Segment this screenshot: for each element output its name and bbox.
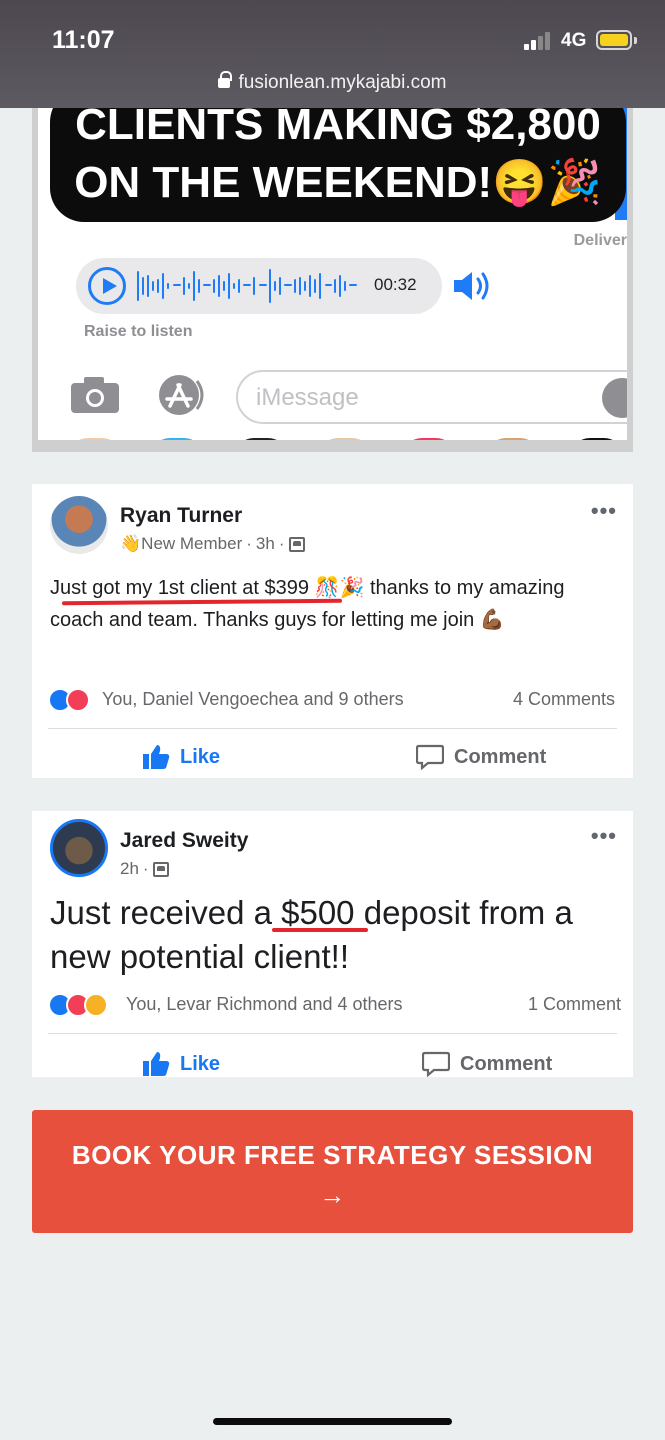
cta-label: BOOK YOUR FREE STRATEGY SESSION — [71, 1140, 594, 1170]
like-button[interactable]: Like — [142, 744, 220, 770]
raise-to-listen-label: Raise to listen — [84, 323, 193, 340]
care-reaction-icon — [84, 993, 108, 1017]
meta-separator: · — [278, 534, 285, 553]
facebook-post: Jared Sweity 2h · ••• Just received a $5… — [32, 811, 633, 1077]
post-author[interactable]: Ryan Turner — [120, 504, 242, 528]
play-icon[interactable] — [88, 267, 126, 305]
app-drawer-item[interactable] — [486, 438, 540, 452]
audio-message[interactable]: 00:32 — [76, 258, 442, 314]
reactions-summary[interactable]: You, Levar Richmond and 4 others — [126, 994, 403, 1015]
avatar[interactable] — [50, 496, 108, 554]
meta-separator: · — [142, 859, 149, 878]
post-meta: 👋New Member · 3h · — [120, 534, 305, 554]
browser-status-bar: 11:07 4G fusionlean.mykajabi.com — [0, 0, 665, 108]
battery-tip — [634, 37, 637, 44]
reactions-summary[interactable]: You, Daniel Vengoechea and 9 others — [102, 689, 404, 710]
thumbs-up-icon — [143, 745, 170, 769]
book-strategy-session-button[interactable]: BOOK YOUR FREE STRATEGY SESSION → — [32, 1110, 633, 1233]
thumbs-up-icon — [143, 1052, 170, 1076]
headline-line-1: CLIENTS MAKING $2,800 — [75, 108, 601, 149]
address-bar[interactable]: fusionlean.mykajabi.com — [0, 71, 665, 94]
cellular-signal-icon — [524, 32, 552, 50]
headline-line-2: ON THE WEEKEND!😝🎉 — [74, 158, 602, 207]
like-label: Like — [180, 1052, 221, 1075]
group-icon — [288, 536, 305, 552]
app-store-icon[interactable] — [153, 373, 209, 417]
more-options-icon[interactable]: ••• — [591, 823, 617, 849]
like-label: Like — [180, 745, 221, 768]
imessage-input[interactable]: iMessage — [236, 370, 627, 424]
meta-separator: · — [246, 534, 252, 553]
app-drawer-item[interactable] — [234, 438, 288, 452]
battery-icon — [596, 30, 632, 50]
lock-icon — [218, 71, 233, 88]
divider — [48, 1033, 617, 1034]
post-time[interactable]: 3h — [256, 534, 275, 554]
post-text-start: Just received a — [50, 894, 282, 931]
app-drawer-item[interactable] — [318, 438, 372, 452]
app-drawer-item[interactable] — [150, 438, 204, 452]
comment-icon — [416, 744, 444, 770]
post-author[interactable]: Jared Sweity — [120, 829, 248, 853]
like-button[interactable]: Like — [142, 1051, 220, 1077]
speaker-icon[interactable] — [452, 268, 496, 304]
divider — [48, 728, 617, 729]
comment-label: Comment — [460, 1052, 553, 1075]
app-drawer — [58, 438, 627, 452]
more-options-icon[interactable]: ••• — [591, 498, 617, 524]
camera-icon[interactable] — [70, 376, 120, 414]
love-reaction-icon — [66, 688, 90, 712]
post-text: Just received a $500 deposit from a new … — [50, 891, 615, 979]
app-drawer-item[interactable] — [402, 438, 456, 452]
post-time[interactable]: 2h — [120, 859, 139, 879]
app-drawer-item[interactable] — [570, 438, 624, 452]
clock-time: 11:07 — [52, 26, 115, 54]
red-underline — [272, 928, 368, 932]
imessage-screenshot: CLIENTS MAKING $2,800 ON THE WEEKEND!😝🎉 … — [32, 108, 633, 452]
reaction-icons[interactable] — [48, 993, 108, 1017]
network-type: 4G — [561, 30, 587, 51]
delivered-label: Deliver — [573, 232, 627, 249]
app-drawer-item[interactable] — [68, 438, 122, 452]
avatar[interactable] — [50, 819, 108, 877]
waveform-icon — [137, 269, 357, 303]
comments-count[interactable]: 4 Comments — [513, 689, 615, 710]
url-text: fusionlean.mykajabi.com — [238, 72, 447, 93]
post-meta: 2h · — [120, 859, 169, 879]
post-text-highlight: $500 — [281, 894, 355, 931]
comment-icon — [422, 1051, 450, 1077]
comments-count[interactable]: 1 Comment — [528, 994, 621, 1015]
member-badge: 👋New Member — [120, 534, 243, 553]
audio-duration: 00:32 — [374, 275, 417, 294]
comment-button[interactable]: Comment — [422, 1051, 552, 1077]
comment-label: Comment — [454, 745, 547, 768]
group-icon — [152, 861, 169, 877]
facebook-post: Ryan Turner 👋New Member · 3h · ••• Just … — [32, 484, 633, 778]
reaction-icons[interactable] — [48, 688, 90, 712]
headline-bubble: CLIENTS MAKING $2,800 ON THE WEEKEND!😝🎉 — [50, 108, 626, 222]
post-text-highlight: Just got my 1st client at $399 — [50, 577, 310, 599]
arrow-right-icon: → — [319, 1180, 346, 1210]
home-indicator[interactable] — [213, 1418, 452, 1425]
comment-button[interactable]: Comment — [416, 744, 546, 770]
